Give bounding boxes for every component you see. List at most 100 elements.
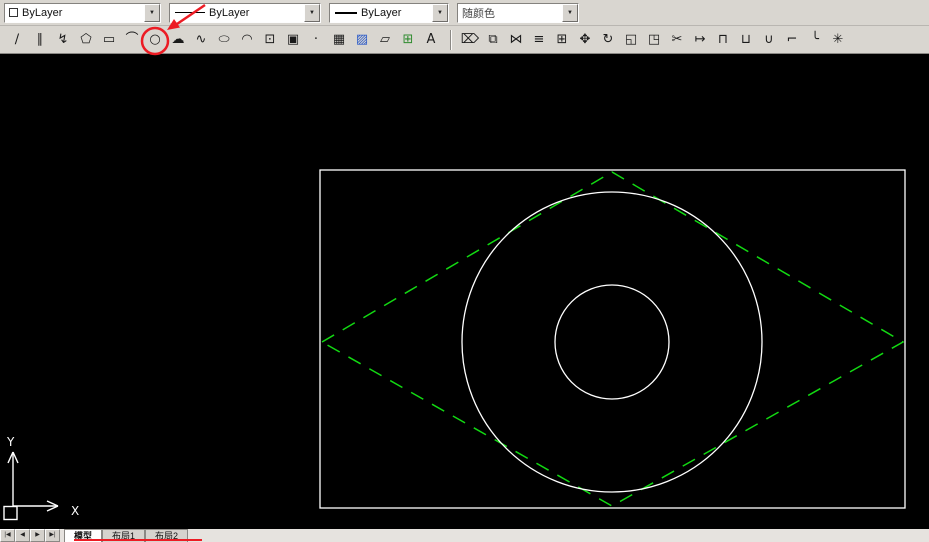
arc-icon: ⌒ [125, 32, 138, 47]
mirror-tool-button[interactable]: ⋈ [505, 29, 527, 50]
layout-tab-bar: |◀◀▶▶| 模型布局1布局2 [0, 529, 929, 542]
revision-cloud-icon: ☁ [172, 32, 185, 47]
ellipse-arc-icon: ◠ [241, 32, 252, 47]
array-icon: ⊞ [557, 32, 568, 47]
join-tool-button[interactable]: ∪ [758, 29, 780, 50]
tab-layout2[interactable]: 布局2 [145, 529, 188, 542]
multiline-text-tool-button[interactable]: A [420, 29, 442, 50]
stretch-tool-button[interactable]: ◳ [643, 29, 665, 50]
drawing-svg: Y X [0, 54, 929, 529]
break-at-point-tool-button[interactable]: ⊓ [712, 29, 734, 50]
ellipse-arc-tool-button[interactable]: ◠ [236, 29, 258, 50]
circle-icon: ○ [149, 32, 160, 47]
tab-nav-first-button[interactable]: |◀ [0, 529, 15, 542]
tab-nav-next-button[interactable]: ▶ [30, 529, 45, 542]
move-icon: ✥ [580, 32, 591, 47]
move-tool-button[interactable]: ✥ [574, 29, 596, 50]
diamond-polyline-entity[interactable] [322, 172, 903, 506]
inner-circle-entity[interactable] [555, 285, 669, 399]
chamfer-tool-button[interactable]: ⌐ [781, 29, 803, 50]
lineweight-control-dropdown-button[interactable]: ▼ [432, 4, 448, 22]
gradient-tool-button[interactable]: ▨ [351, 29, 373, 50]
fillet-icon: ╰ [811, 32, 819, 47]
erase-tool-button[interactable]: ⌦ [459, 29, 481, 50]
lineweight-sample-icon [335, 12, 357, 14]
copy-tool-button[interactable]: ⧉ [482, 29, 504, 50]
linetype-control-dropdown-button[interactable]: ▼ [304, 4, 320, 22]
extend-icon: ↦ [695, 32, 706, 47]
region-tool-button[interactable]: ▱ [374, 29, 396, 50]
make-block-icon: ▣ [287, 32, 299, 47]
outer-circle-entity[interactable] [462, 192, 762, 492]
polygon-tool-button[interactable]: ⬠ [75, 29, 97, 50]
erase-icon: ⌦ [461, 32, 479, 47]
construction-line-tool-button[interactable]: ∥ [29, 29, 51, 50]
scale-tool-button[interactable]: ◱ [620, 29, 642, 50]
tab-layout1[interactable]: 布局1 [102, 529, 145, 542]
make-block-tool-button[interactable]: ▣ [282, 29, 304, 50]
explode-icon: ✳ [833, 32, 844, 47]
table-tool-button[interactable]: ⊞ [397, 29, 419, 50]
insert-block-tool-button[interactable]: ⊡ [259, 29, 281, 50]
array-tool-button[interactable]: ⊞ [551, 29, 573, 50]
plotstyle-control-combo[interactable]: 随颜色 ▼ [457, 3, 579, 23]
break-tool-button[interactable]: ⊔ [735, 29, 757, 50]
region-icon: ▱ [380, 32, 390, 47]
gradient-icon: ▨ [356, 32, 368, 47]
multiline-text-icon: A [427, 32, 436, 47]
linetype-sample-icon [175, 12, 205, 13]
color-control-combo[interactable]: ByLayer ▼ [4, 3, 161, 23]
color-swatch-icon [9, 8, 18, 17]
table-icon: ⊞ [403, 32, 414, 47]
break-at-point-icon: ⊓ [718, 32, 728, 47]
offset-icon: ≡ [534, 32, 545, 47]
ucs-y-label: Y [6, 435, 15, 449]
explode-tool-button[interactable]: ✳ [827, 29, 849, 50]
lineweight-control-combo[interactable]: ByLayer ▼ [329, 3, 449, 23]
tab-nav-last-button[interactable]: ▶| [45, 529, 60, 542]
color-control-dropdown-button[interactable]: ▼ [144, 4, 160, 22]
polyline-icon: ↯ [58, 32, 69, 47]
line-tool-button[interactable]: ∕ [6, 29, 28, 50]
hatch-icon: ▦ [333, 32, 345, 47]
mirror-icon: ⋈ [510, 32, 523, 47]
linetype-control-combo[interactable]: ByLayer ▼ [169, 3, 321, 23]
chevron-down-icon: ▼ [567, 10, 573, 16]
fillet-tool-button[interactable]: ╰ [804, 29, 826, 50]
modify-toolbar-group: ⌦⧉ ⋈ ≡ ⊞ ✥ ↻ ◱ ◳ ✂ ↦ ⊓ ⊔ ∪ ⌐ ╰ ✳ [459, 29, 850, 50]
offset-tool-button[interactable]: ≡ [528, 29, 550, 50]
plotstyle-control-dropdown-button[interactable]: ▼ [562, 4, 578, 22]
point-icon: · [314, 32, 318, 47]
ucs-axis-icon: Y X [4, 435, 79, 520]
rectangle-tool-button[interactable]: ▭ [98, 29, 120, 50]
layout-tabs: 模型布局1布局2 [64, 529, 188, 542]
tab-nav-prev-button[interactable]: ◀ [15, 529, 30, 542]
chamfer-icon: ⌐ [787, 32, 798, 47]
join-icon: ∪ [764, 32, 774, 47]
tab-model[interactable]: 模型 [64, 529, 102, 542]
circle-tool-button[interactable]: ○ [144, 29, 166, 50]
linetype-control-value: ByLayer [205, 7, 304, 19]
scale-icon: ◱ [625, 32, 637, 47]
ellipse-tool-button[interactable]: ⬭ [213, 29, 235, 50]
rotate-tool-button[interactable]: ↻ [597, 29, 619, 50]
plotstyle-control-value: 随颜色 [458, 5, 562, 21]
point-tool-button[interactable]: · [305, 29, 327, 50]
cad-application-window: ByLayer ▼ ByLayer ▼ ByLayer ▼ 随颜色 ▼ ∕∥ ↯ ⬠… [0, 0, 929, 542]
arc-tool-button[interactable]: ⌒ [121, 29, 143, 50]
revision-cloud-tool-button[interactable]: ☁ [167, 29, 189, 50]
stretch-icon: ◳ [648, 32, 660, 47]
spline-tool-button[interactable]: ∿ [190, 29, 212, 50]
rectangle-entity[interactable] [320, 170, 905, 508]
rotate-icon: ↻ [603, 32, 614, 47]
break-icon: ⊔ [741, 32, 751, 47]
hatch-tool-button[interactable]: ▦ [328, 29, 350, 50]
insert-block-icon: ⊡ [265, 32, 276, 47]
ucs-x-label: X [71, 504, 79, 518]
extend-tool-button[interactable]: ↦ [689, 29, 711, 50]
polyline-tool-button[interactable]: ↯ [52, 29, 74, 50]
chevron-down-icon: ▼ [309, 10, 315, 16]
trim-icon: ✂ [672, 32, 683, 47]
drawing-canvas[interactable]: Y X [0, 54, 929, 529]
trim-tool-button[interactable]: ✂ [666, 29, 688, 50]
